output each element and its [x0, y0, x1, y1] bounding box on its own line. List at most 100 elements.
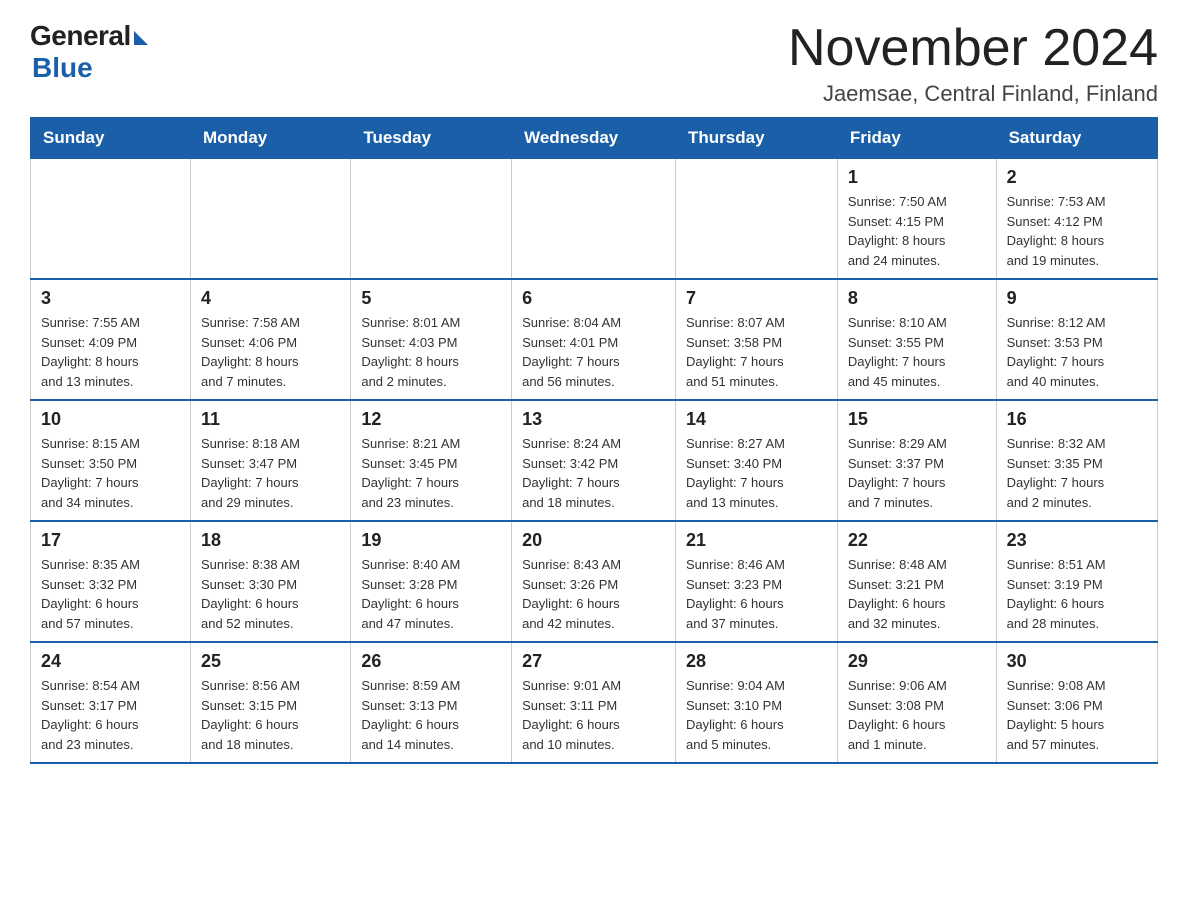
calendar-cell: 25 Sunrise: 8:56 AMSunset: 3:15 PMDayligh… — [191, 642, 351, 763]
day-info: Sunrise: 8:43 AMSunset: 3:26 PMDaylight:… — [522, 555, 665, 633]
day-info: Sunrise: 8:54 AMSunset: 3:17 PMDaylight:… — [41, 676, 180, 754]
location-subtitle: Jaemsae, Central Finland, Finland — [788, 81, 1158, 107]
day-number: 22 — [848, 530, 986, 551]
day-info: Sunrise: 9:01 AMSunset: 3:11 PMDaylight:… — [522, 676, 665, 754]
day-number: 8 — [848, 288, 986, 309]
calendar-cell: 5 Sunrise: 8:01 AMSunset: 4:03 PMDaylight… — [351, 279, 512, 400]
day-number: 16 — [1007, 409, 1147, 430]
calendar-cell: 24 Sunrise: 8:54 AMSunset: 3:17 PMDayligh… — [31, 642, 191, 763]
day-number: 30 — [1007, 651, 1147, 672]
day-number: 17 — [41, 530, 180, 551]
day-info: Sunrise: 8:48 AMSunset: 3:21 PMDaylight:… — [848, 555, 986, 633]
day-number: 10 — [41, 409, 180, 430]
weekday-header-monday: Monday — [191, 118, 351, 159]
calendar-cell: 12Sunrise: 8:21 AMSunset: 3:45 PMDayligh… — [351, 400, 512, 521]
calendar-table: SundayMondayTuesdayWednesdayThursdayFrid… — [30, 117, 1158, 764]
calendar-cell: 19Sunrise: 8:40 AMSunset: 3:28 PMDayligh… — [351, 521, 512, 642]
week-row-3: 10 Sunrise: 8:15 AMSunset: 3:50 PMDayligh… — [31, 400, 1158, 521]
day-number: 23 — [1007, 530, 1147, 551]
calendar-cell — [31, 159, 191, 280]
day-number: 5 — [361, 288, 501, 309]
day-info: Sunrise: 8:29 AMSunset: 3:37 PMDaylight:… — [848, 434, 986, 512]
weekday-header-wednesday: Wednesday — [512, 118, 676, 159]
day-number: 18 — [201, 530, 340, 551]
calendar-cell: 14Sunrise: 8:27 AMSunset: 3:40 PMDayligh… — [676, 400, 838, 521]
title-area: November 2024 Jaemsae, Central Finland, … — [788, 20, 1158, 107]
day-info: Sunrise: 8:01 AMSunset: 4:03 PMDaylight:… — [361, 313, 501, 391]
day-info: Sunrise: 8:21 AMSunset: 3:45 PMDaylight:… — [361, 434, 501, 512]
calendar-cell: 26 Sunrise: 8:59 AMSunset: 3:13 PMDayligh… — [351, 642, 512, 763]
calendar-cell: 30Sunrise: 9:08 AMSunset: 3:06 PMDayligh… — [996, 642, 1157, 763]
day-number: 2 — [1007, 167, 1147, 188]
logo-triangle-icon — [134, 31, 148, 45]
day-info: Sunrise: 8:18 AMSunset: 3:47 PMDaylight:… — [201, 434, 340, 512]
day-info: Sunrise: 8:12 AMSunset: 3:53 PMDaylight:… — [1007, 313, 1147, 391]
calendar-cell: 23Sunrise: 8:51 AMSunset: 3:19 PMDayligh… — [996, 521, 1157, 642]
day-info: Sunrise: 8:56 AMSunset: 3:15 PMDaylight:… — [201, 676, 340, 754]
day-number: 6 — [522, 288, 665, 309]
calendar-body: 1 Sunrise: 7:50 AMSunset: 4:15 PMDaylight… — [31, 159, 1158, 764]
day-number: 9 — [1007, 288, 1147, 309]
calendar-cell: 10 Sunrise: 8:15 AMSunset: 3:50 PMDayligh… — [31, 400, 191, 521]
calendar-cell: 27 Sunrise: 9:01 AMSunset: 3:11 PMDayligh… — [512, 642, 676, 763]
calendar-cell — [512, 159, 676, 280]
calendar-cell: 2 Sunrise: 7:53 AMSunset: 4:12 PMDaylight… — [996, 159, 1157, 280]
calendar-cell — [676, 159, 838, 280]
day-info: Sunrise: 7:53 AMSunset: 4:12 PMDaylight:… — [1007, 192, 1147, 270]
day-info: Sunrise: 8:15 AMSunset: 3:50 PMDaylight:… — [41, 434, 180, 512]
week-row-4: 17 Sunrise: 8:35 AMSunset: 3:32 PMDayligh… — [31, 521, 1158, 642]
logo: General Blue — [30, 20, 148, 84]
week-row-2: 3Sunrise: 7:55 AMSunset: 4:09 PMDaylight… — [31, 279, 1158, 400]
day-number: 27 — [522, 651, 665, 672]
day-info: Sunrise: 8:04 AMSunset: 4:01 PMDaylight:… — [522, 313, 665, 391]
day-number: 29 — [848, 651, 986, 672]
calendar-cell: 13Sunrise: 8:24 AMSunset: 3:42 PMDayligh… — [512, 400, 676, 521]
day-info: Sunrise: 8:38 AMSunset: 3:30 PMDaylight:… — [201, 555, 340, 633]
weekday-header-saturday: Saturday — [996, 118, 1157, 159]
day-number: 25 — [201, 651, 340, 672]
weekday-header-tuesday: Tuesday — [351, 118, 512, 159]
day-info: Sunrise: 8:10 AMSunset: 3:55 PMDaylight:… — [848, 313, 986, 391]
day-number: 14 — [686, 409, 827, 430]
day-info: Sunrise: 7:50 AMSunset: 4:15 PMDaylight:… — [848, 192, 986, 270]
day-number: 26 — [361, 651, 501, 672]
calendar-cell: 9 Sunrise: 8:12 AMSunset: 3:53 PMDaylight… — [996, 279, 1157, 400]
day-info: Sunrise: 9:06 AMSunset: 3:08 PMDaylight:… — [848, 676, 986, 754]
day-info: Sunrise: 7:58 AMSunset: 4:06 PMDaylight:… — [201, 313, 340, 391]
day-number: 24 — [41, 651, 180, 672]
day-info: Sunrise: 8:35 AMSunset: 3:32 PMDaylight:… — [41, 555, 180, 633]
day-info: Sunrise: 9:04 AMSunset: 3:10 PMDaylight:… — [686, 676, 827, 754]
logo-blue-text: Blue — [32, 52, 93, 84]
calendar-cell: 28Sunrise: 9:04 AMSunset: 3:10 PMDayligh… — [676, 642, 838, 763]
calendar-cell: 4 Sunrise: 7:58 AMSunset: 4:06 PMDaylight… — [191, 279, 351, 400]
weekday-header-row: SundayMondayTuesdayWednesdayThursdayFrid… — [31, 118, 1158, 159]
calendar-cell: 15Sunrise: 8:29 AMSunset: 3:37 PMDayligh… — [837, 400, 996, 521]
calendar-cell: 20Sunrise: 8:43 AMSunset: 3:26 PMDayligh… — [512, 521, 676, 642]
day-number: 11 — [201, 409, 340, 430]
day-info: Sunrise: 7:55 AMSunset: 4:09 PMDaylight:… — [41, 313, 180, 391]
day-info: Sunrise: 8:59 AMSunset: 3:13 PMDaylight:… — [361, 676, 501, 754]
week-row-5: 24 Sunrise: 8:54 AMSunset: 3:17 PMDayligh… — [31, 642, 1158, 763]
day-info: Sunrise: 8:46 AMSunset: 3:23 PMDaylight:… — [686, 555, 827, 633]
day-info: Sunrise: 8:40 AMSunset: 3:28 PMDaylight:… — [361, 555, 501, 633]
day-number: 4 — [201, 288, 340, 309]
day-number: 21 — [686, 530, 827, 551]
calendar-cell: 3Sunrise: 7:55 AMSunset: 4:09 PMDaylight… — [31, 279, 191, 400]
calendar-cell: 16 Sunrise: 8:32 AMSunset: 3:35 PMDayligh… — [996, 400, 1157, 521]
weekday-header-sunday: Sunday — [31, 118, 191, 159]
weekday-header-thursday: Thursday — [676, 118, 838, 159]
day-number: 1 — [848, 167, 986, 188]
header: General Blue November 2024 Jaemsae, Cent… — [30, 20, 1158, 107]
page-title: November 2024 — [788, 20, 1158, 77]
day-info: Sunrise: 8:07 AMSunset: 3:58 PMDaylight:… — [686, 313, 827, 391]
calendar-cell: 7 Sunrise: 8:07 AMSunset: 3:58 PMDaylight… — [676, 279, 838, 400]
calendar-cell — [191, 159, 351, 280]
day-info: Sunrise: 8:32 AMSunset: 3:35 PMDaylight:… — [1007, 434, 1147, 512]
logo-general-text: General — [30, 20, 131, 52]
calendar-cell: 8 Sunrise: 8:10 AMSunset: 3:55 PMDaylight… — [837, 279, 996, 400]
calendar-cell: 21 Sunrise: 8:46 AMSunset: 3:23 PMDayligh… — [676, 521, 838, 642]
calendar-cell: 1 Sunrise: 7:50 AMSunset: 4:15 PMDaylight… — [837, 159, 996, 280]
day-number: 7 — [686, 288, 827, 309]
week-row-1: 1 Sunrise: 7:50 AMSunset: 4:15 PMDaylight… — [31, 159, 1158, 280]
calendar-cell: 29 Sunrise: 9:06 AMSunset: 3:08 PMDayligh… — [837, 642, 996, 763]
